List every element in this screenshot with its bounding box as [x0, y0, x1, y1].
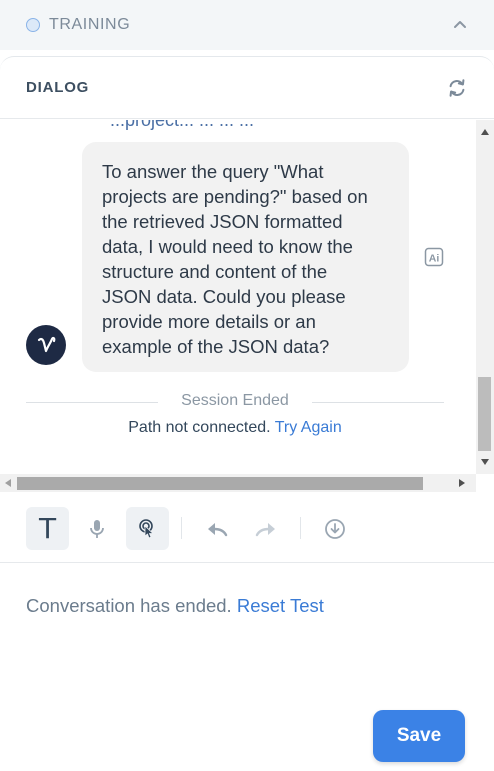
dialog-title: DIALOG [26, 79, 90, 96]
voice-mode-button[interactable] [75, 507, 118, 550]
training-label: TRAINING [49, 16, 131, 33]
scroll-right-arrow[interactable] [454, 474, 470, 492]
session-ended-label: Session Ended [181, 392, 289, 409]
message-line: JSON data. Could you please [102, 286, 346, 307]
download-button[interactable] [313, 507, 356, 550]
save-button[interactable]: Save [373, 710, 465, 762]
path-not-connected-text: Path not connected. [128, 419, 271, 436]
vertical-scrollbar[interactable] [476, 120, 494, 474]
training-section-header[interactable]: TRAINING [0, 0, 494, 50]
chevron-up-icon[interactable] [452, 16, 468, 32]
chat-transcript[interactable]: ...project... ... ... ... To answer the … [0, 120, 476, 474]
scroll-down-arrow[interactable] [476, 454, 494, 470]
scroll-left-arrow[interactable] [0, 474, 16, 492]
reset-test-link[interactable]: Reset Test [237, 595, 324, 616]
message-line: To answer the query "What [102, 161, 324, 182]
touch-mode-button[interactable] [126, 507, 169, 550]
message-line: structure and content of the [102, 261, 328, 282]
dialog-panel: DIALOG ...project... ... ... ... To answ… [0, 56, 494, 771]
assistant-avatar [26, 325, 66, 365]
dialog-header: DIALOG [0, 57, 494, 119]
text-icon: T [38, 512, 57, 545]
conversation-ended-text: Conversation has ended. [26, 595, 232, 616]
message-line: example of the JSON data? [102, 336, 330, 357]
status-dot-icon [26, 18, 40, 32]
horizontal-scrollbar[interactable] [0, 474, 476, 492]
horizontal-scroll-thumb[interactable] [17, 477, 423, 490]
undo-button[interactable] [195, 507, 238, 550]
ai-badge-text: Ai [429, 253, 440, 265]
avatar-logo-icon [37, 336, 56, 353]
dialog-toolbar: T [0, 499, 494, 563]
touch-icon [138, 518, 154, 539]
redo-button[interactable] [244, 507, 287, 550]
message-line: projects are pending?" based on [102, 186, 368, 207]
assistant-message-bubble: To answer the query "What projects are p… [82, 142, 409, 372]
toolbar-divider [181, 517, 182, 539]
message-line: data, I would need to know the [102, 236, 353, 257]
text-mode-button[interactable]: T [26, 507, 69, 550]
vertical-scroll-thumb[interactable] [478, 377, 491, 451]
ai-icon[interactable]: Ai [424, 247, 444, 267]
path-status: Path not connected. Try Again [0, 419, 470, 437]
download-icon [324, 518, 345, 539]
message-line: provide more details or an [102, 311, 316, 332]
message-line: the retrieved JSON formatted [102, 211, 343, 232]
undo-icon [207, 522, 227, 536]
toolbar-divider [300, 517, 301, 539]
microphone-icon [89, 519, 104, 538]
scroll-up-arrow[interactable] [476, 124, 494, 140]
session-ended-divider: Session Ended [26, 392, 444, 412]
try-again-link[interactable]: Try Again [275, 419, 342, 436]
conversation-status: Conversation has ended. Reset Test [26, 595, 324, 617]
divider-line [312, 402, 444, 403]
redo-icon [255, 522, 275, 536]
refresh-icon[interactable] [446, 77, 468, 99]
previous-message-clipped: ...project... ... ... ... [110, 120, 255, 130]
